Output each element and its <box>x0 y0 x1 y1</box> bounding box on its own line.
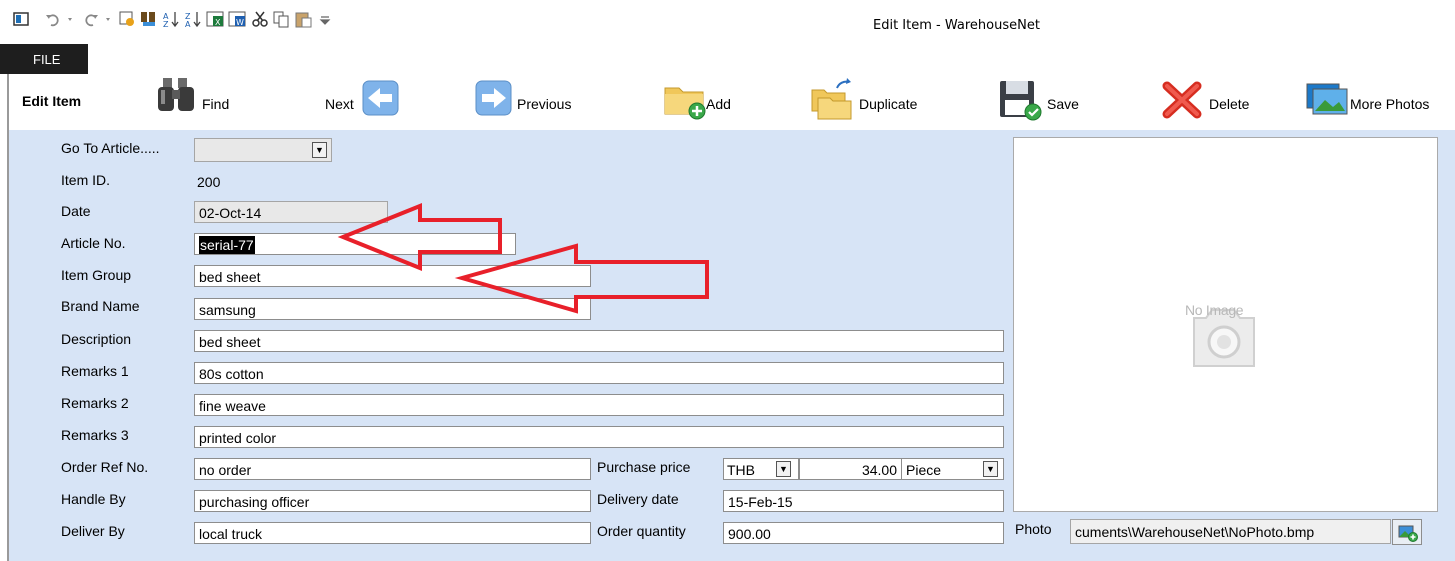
annotation-arrow-lower <box>454 243 709 314</box>
annotation-arrow-upper <box>337 203 502 271</box>
annotation-arrows <box>337 203 709 314</box>
